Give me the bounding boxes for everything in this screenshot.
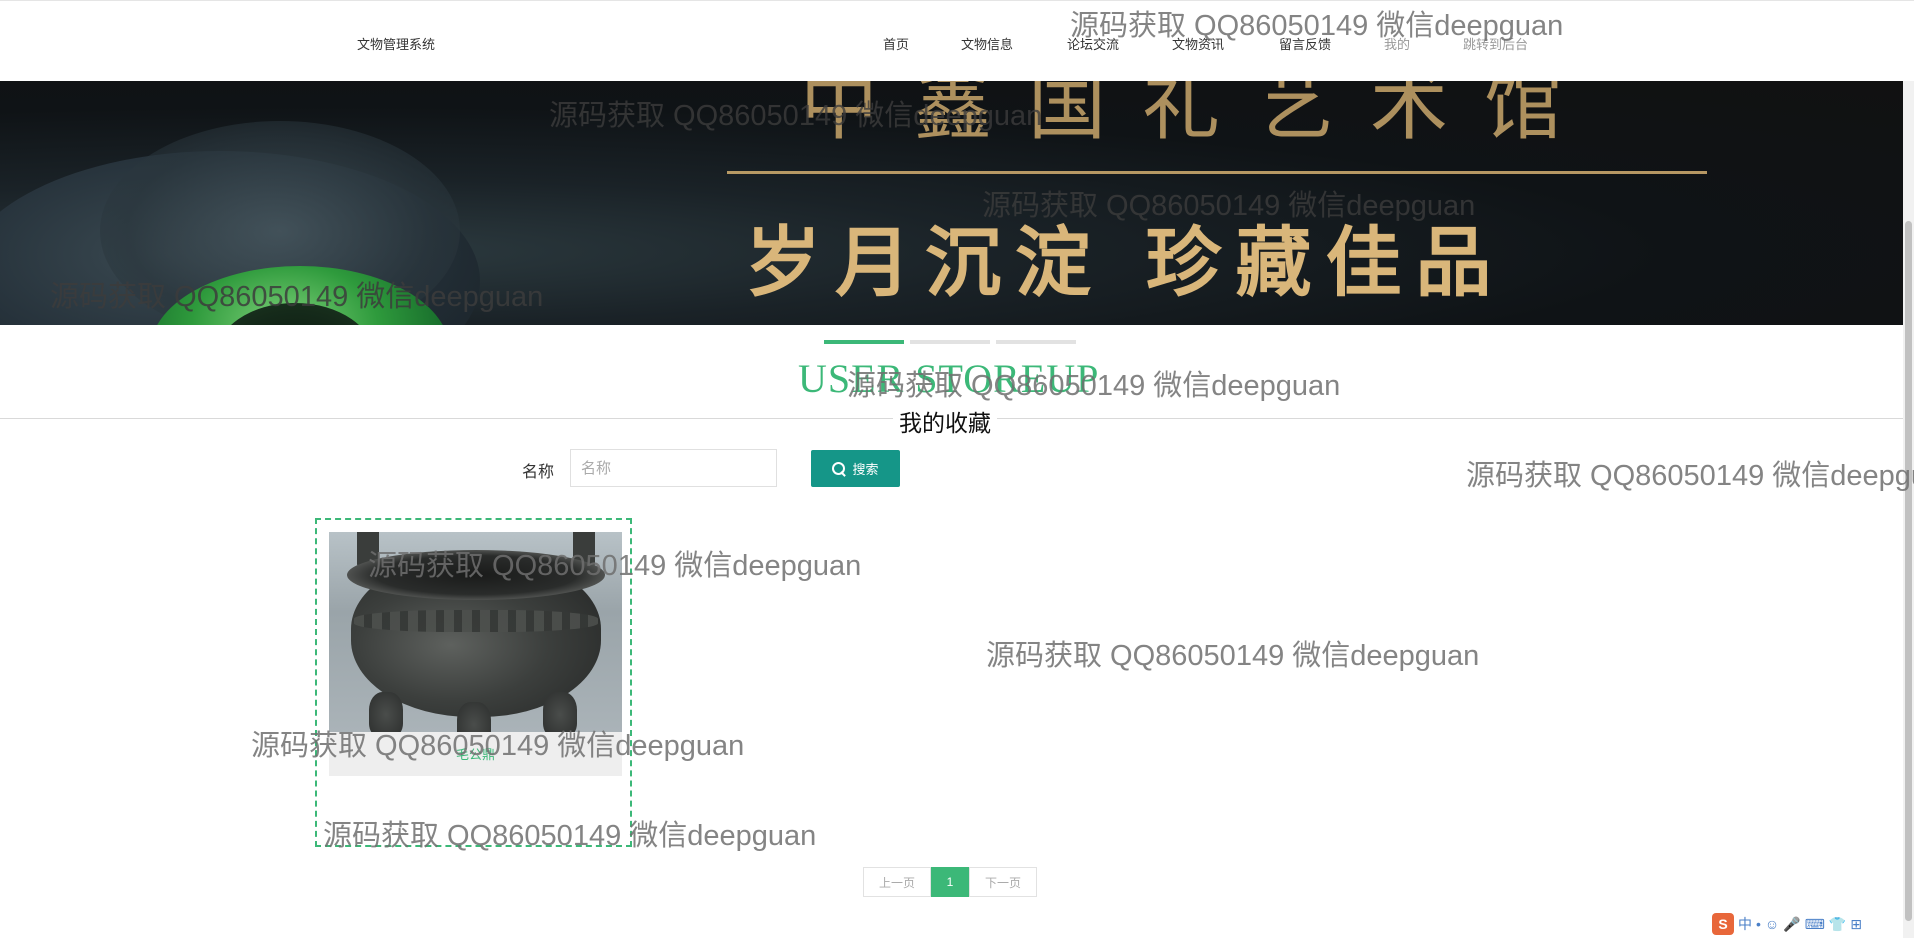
search-label: 名称 <box>522 464 555 481</box>
card-caption: 毛公鼎 <box>329 732 622 776</box>
banner-title: 中鑫国礼艺术馆 <box>800 81 1599 151</box>
ime-skin-icon[interactable]: 👕 <box>1829 916 1846 933</box>
search-icon <box>832 461 846 476</box>
next-page-button[interactable]: 下一页 <box>969 867 1037 897</box>
scrollbar-thumb[interactable] <box>1905 221 1912 921</box>
section-title-wrap: 我的收藏 <box>893 404 997 438</box>
page-scrollbar[interactable] <box>1903 81 1914 938</box>
ime-voice-icon[interactable]: 🎤 <box>1783 916 1800 933</box>
site-brand[interactable]: 文物管理系统 <box>357 34 435 53</box>
nav-item-feedback[interactable]: 留言反馈 <box>1279 34 1331 53</box>
cauldron-leg <box>543 692 577 732</box>
search-button[interactable]: 搜索 <box>811 450 900 487</box>
watermark-text: 源码获取 QQ86050149 微信deepguan <box>1466 460 1914 492</box>
nav-item-mine[interactable]: 我的 <box>1384 34 1410 53</box>
ime-mode-icon[interactable]: 中 <box>1738 914 1752 934</box>
nav-item-relics[interactable]: 文物信息 <box>961 34 1013 53</box>
carousel-indicators <box>824 340 1076 344</box>
ime-punct-icon[interactable]: • <box>1756 916 1761 932</box>
ime-emoji-icon[interactable]: ☺ <box>1765 916 1779 932</box>
section-title-en: USER STOREUP <box>798 356 1100 401</box>
ime-toolbar: S 中 • ☺ 🎤 ⌨ 👕 ⊞ <box>1712 913 1862 935</box>
cauldron-leg <box>369 692 403 732</box>
carousel-indicator-1[interactable] <box>824 340 904 344</box>
banner-divider <box>727 171 1707 174</box>
section-title-cn: 我的收藏 <box>899 410 991 436</box>
sogou-ime-icon[interactable]: S <box>1712 913 1734 935</box>
pagination: 上一页 1 下一页 <box>863 867 1037 897</box>
search-button-label: 搜索 <box>852 462 879 477</box>
carousel-indicator-3[interactable] <box>996 340 1076 344</box>
top-header: 文物管理系统 首页 文物信息 论坛交流 文物资讯 留言反馈 我的 跳转到后台 <box>0 0 1914 81</box>
cauldron-band <box>354 610 598 632</box>
relic-image[interactable] <box>329 532 622 732</box>
cauldron-rim <box>347 550 605 600</box>
nav-item-news[interactable]: 文物资讯 <box>1172 34 1224 53</box>
watermark-text: 源码获取 QQ86050149 微信deepguan <box>986 640 1480 672</box>
search-input[interactable] <box>570 449 777 487</box>
banner-slogan: 岁月沉淀 珍藏佳品 <box>745 218 1506 307</box>
ime-toolbox-icon[interactable]: ⊞ <box>1850 916 1862 933</box>
ime-keyboard-icon[interactable]: ⌨ <box>1805 916 1825 933</box>
carousel-indicator-2[interactable] <box>910 340 990 344</box>
nav-item-home[interactable]: 首页 <box>883 34 909 53</box>
favorite-card[interactable]: 毛公鼎 <box>315 518 632 847</box>
page-number-1[interactable]: 1 <box>931 867 969 897</box>
cauldron-leg <box>457 702 491 732</box>
relic-name[interactable]: 毛公鼎 <box>329 744 622 763</box>
nav-item-forum[interactable]: 论坛交流 <box>1067 34 1119 53</box>
nav-item-admin[interactable]: 跳转到后台 <box>1463 34 1528 53</box>
hero-banner: 中鑫国礼艺术馆 岁月沉淀 珍藏佳品 <box>0 81 1903 325</box>
prev-page-button[interactable]: 上一页 <box>863 867 931 897</box>
